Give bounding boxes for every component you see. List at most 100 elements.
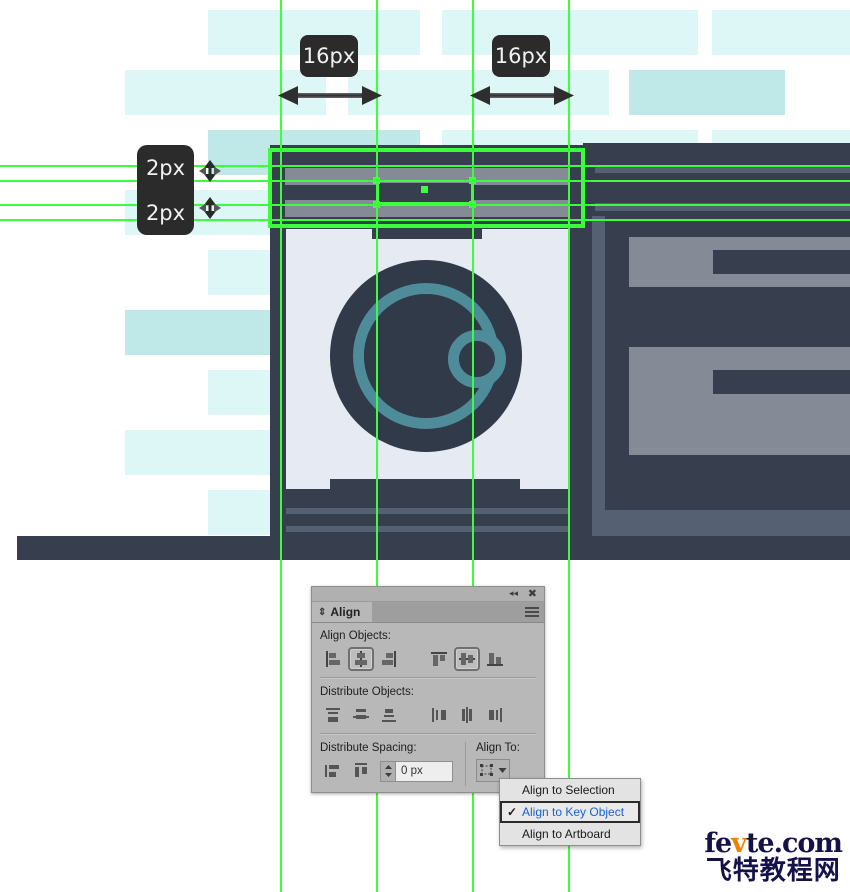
artwork-cabinet-handle-notch-2 — [713, 370, 850, 394]
menu-item-label: Align to Key Object — [522, 805, 625, 819]
checkmark-icon: ✓ — [507, 805, 518, 819]
selection-handle-center[interactable] — [421, 186, 428, 193]
vertical-align-center-button[interactable] — [454, 647, 480, 671]
artwork-cabinet-base — [592, 510, 850, 536]
menu-item-label: Align to Selection — [522, 783, 615, 797]
watermark-chinese-text: 飞特教程网 — [705, 856, 841, 886]
vertical-guide-1 — [280, 0, 282, 892]
artwork-front-face-bottom-left — [286, 479, 330, 489]
artwork-cabinet-handle-notch-1 — [713, 250, 850, 274]
vertical-distribute-top-button[interactable] — [320, 703, 346, 727]
panel-titlebar: ◂◂ ✖ — [312, 587, 544, 602]
vertical-distribute-spacing-button[interactable] — [320, 759, 346, 783]
tab-align[interactable]: ⇕ Align — [312, 602, 373, 622]
artwork-front-face-bottom-right — [520, 479, 568, 489]
distribute-objects-button-row — [320, 703, 536, 727]
horizontal-align-right-button[interactable] — [376, 647, 402, 671]
watermark: fevte.com 飞特教程网 — [704, 828, 843, 886]
horizontal-align-right-icon — [382, 651, 396, 667]
measurement-badge-stack: 2px 2px — [137, 145, 194, 235]
horizontal-align-center-icon — [355, 651, 367, 667]
selection-handle-bottom-right[interactable] — [469, 201, 476, 208]
vertical-distribute-center-icon — [353, 709, 369, 719]
watermark-domain-part-2: te.com — [745, 828, 843, 859]
measurement-arrow-right — [470, 86, 574, 105]
panel-tab-row: ⇕ Align — [312, 602, 544, 623]
measurement-label-left: 16px — [302, 43, 356, 68]
align-to-dropdown-menu[interactable]: Align to Selection ✓ Align to Key Object… — [499, 778, 641, 846]
stepper-arrows-icon — [384, 765, 392, 777]
vertical-align-top-button[interactable] — [426, 647, 452, 671]
vertical-distribute-spacing-icon — [325, 765, 339, 777]
align-panel[interactable]: ◂◂ ✖ ⇕ Align Align Objects: Distribute O… — [311, 586, 545, 793]
horizontal-align-left-button[interactable] — [320, 647, 346, 671]
artwork-vent-line-1 — [286, 508, 568, 514]
horizontal-align-center-button[interactable] — [348, 647, 374, 671]
menu-item-label: Align to Artboard — [522, 827, 611, 841]
horizontal-distribute-left-icon — [432, 708, 446, 722]
align-objects-label: Align Objects: — [320, 630, 391, 642]
watermark-domain-part-v: v — [731, 828, 747, 859]
chevron-down-icon — [498, 768, 507, 773]
measurement-badge-right: 16px — [492, 35, 550, 77]
divider-1 — [320, 677, 536, 679]
vertical-align-top-icon — [431, 652, 447, 666]
distribute-objects-label: Distribute Objects: — [320, 686, 414, 698]
horizontal-distribute-spacing-icon — [355, 763, 367, 777]
tab-align-label: Align — [330, 605, 361, 619]
vertical-align-center-icon — [459, 653, 475, 665]
panel-menu-icon[interactable] — [525, 607, 539, 617]
vertical-distribute-center-button[interactable] — [348, 703, 374, 727]
artwork-vent-line-2 — [286, 526, 568, 532]
horizontal-distribute-right-button[interactable] — [482, 703, 508, 727]
watermark-domain: fevte.com — [704, 828, 843, 859]
horizontal-distribute-spacing-button[interactable] — [348, 759, 374, 783]
measurement-arrow-vertical-top — [199, 160, 221, 182]
screenshot-canvas: 16px 16px 2px 2px ◂◂ ✖ ⇕ Align Align Obj… — [0, 0, 850, 892]
washing-machine-illustration — [0, 0, 850, 560]
panel-vertical-separator — [465, 742, 466, 786]
vertical-distribute-bottom-icon — [382, 709, 396, 722]
artwork-front-face-notch-right — [482, 229, 568, 241]
vertical-align-bottom-icon — [487, 653, 503, 666]
distribute-spacing-row: 0 px — [320, 759, 455, 783]
artwork-door-latch-center — [459, 341, 495, 377]
vertical-distribute-bottom-button[interactable] — [376, 703, 402, 727]
vertical-guide-4 — [568, 0, 570, 892]
tab-grip-icon: ⇕ — [318, 606, 327, 618]
selection-handle-top-left[interactable] — [373, 177, 380, 184]
menu-item-align-to-key-object[interactable]: ✓ Align to Key Object — [500, 801, 640, 823]
menu-item-align-to-selection[interactable]: Align to Selection — [500, 779, 640, 801]
artwork-cabinet-handle-2 — [629, 347, 850, 455]
measurement-arrow-left — [278, 86, 382, 105]
horizontal-distribute-left-button[interactable] — [426, 703, 452, 727]
horizontal-distribute-center-button[interactable] — [454, 703, 480, 727]
artwork-floor — [17, 536, 850, 560]
artwork-front-face-bottom-notch — [330, 479, 520, 489]
selection-handle-top-right[interactable] — [469, 177, 476, 184]
menu-item-align-to-artboard[interactable]: Align to Artboard — [500, 823, 640, 845]
horizontal-distribute-right-icon — [489, 708, 502, 722]
watermark-domain-part-1: fe — [704, 828, 732, 859]
panel-body: Align Objects: Distribute Objects: Distr… — [312, 623, 544, 792]
measurement-arrow-vertical-bottom — [199, 197, 221, 219]
spacing-value-text: 0 px — [401, 765, 423, 777]
spacing-value-input[interactable]: 0 px — [395, 760, 453, 782]
vertical-align-bottom-button[interactable] — [482, 647, 508, 671]
artwork-front-face-notch-left — [286, 229, 372, 241]
measurement-label-2px-top: 2px — [145, 155, 186, 180]
align-to-key-object-icon — [480, 763, 493, 776]
collapse-panel-icon[interactable]: ◂◂ — [509, 589, 518, 598]
selection-handle-bottom-left[interactable] — [373, 201, 380, 208]
divider-2 — [320, 733, 536, 735]
spacing-stepper[interactable] — [380, 760, 395, 782]
measurement-label-2px-bottom: 2px — [145, 200, 186, 225]
measurement-badge-left: 16px — [300, 35, 358, 77]
vertical-distribute-top-icon — [326, 708, 340, 722]
horizontal-distribute-center-icon — [462, 707, 472, 723]
measurement-label-right: 16px — [494, 43, 548, 68]
horizontal-align-left-icon — [326, 651, 340, 667]
close-icon[interactable]: ✖ — [528, 589, 537, 600]
align-objects-button-row — [320, 647, 536, 671]
align-to-label: Align To: — [476, 742, 520, 754]
